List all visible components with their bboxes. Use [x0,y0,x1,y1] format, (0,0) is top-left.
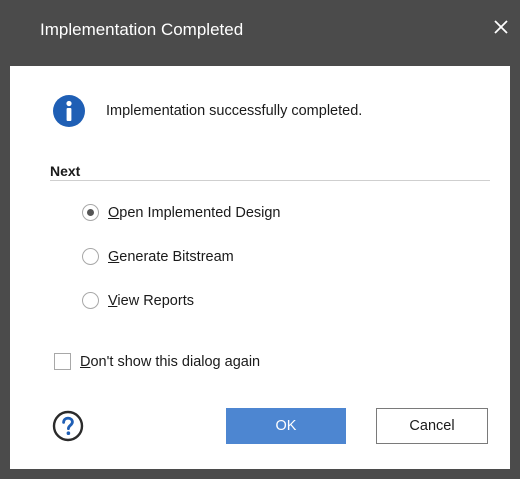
radio-view-reports[interactable]: View Reports [82,292,194,309]
radio-generate-bitstream[interactable]: Generate Bitstream [82,248,234,265]
cancel-button[interactable]: Cancel [376,408,488,444]
help-icon[interactable] [52,410,84,442]
dont-show-again-checkbox[interactable]: Don't show this dialog again [54,353,260,370]
info-icon [52,94,86,128]
radio-button[interactable] [82,248,99,265]
implementation-completed-dialog: Implementation Completed Implementation … [0,0,520,479]
checkbox-label: Don't show this dialog again [80,353,261,370]
radio-button[interactable] [82,292,99,309]
section-divider [50,180,490,181]
status-message: Implementation successfully completed. [106,103,363,119]
radio-label: Open Implemented Design [108,204,281,221]
radio-button[interactable] [82,204,99,221]
radio-label: View Reports [108,292,194,309]
title-bar: Implementation Completed [0,0,520,66]
radio-selected-dot [87,209,94,216]
close-icon[interactable] [488,14,514,40]
radio-open-implemented-design[interactable]: Open Implemented Design [82,204,281,221]
next-section-title: Next [50,163,81,179]
checkbox[interactable] [54,353,71,370]
dialog-title: Implementation Completed [40,20,244,39]
ok-button[interactable]: OK [226,408,346,444]
radio-label: Generate Bitstream [108,248,234,265]
